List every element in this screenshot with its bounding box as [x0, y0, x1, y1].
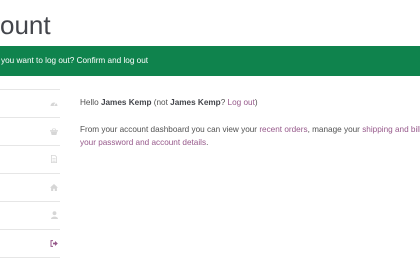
sign-out-icon	[50, 239, 58, 247]
dashboard-intro-line-2: your password and account details.	[80, 136, 420, 149]
greeting-line: Hello James Kemp (not James Kemp? Log ou…	[80, 96, 420, 109]
file-icon	[50, 155, 58, 163]
not-prefix-text: (not	[153, 98, 168, 107]
user-icon	[50, 211, 58, 219]
nav-item-logout[interactable]	[0, 230, 60, 258]
hello-text: Hello	[80, 98, 99, 107]
logout-confirm-notice: you want to log out? Confirm and log out	[0, 46, 420, 76]
not-user-name: James Kemp	[170, 98, 221, 107]
user-name: James Kemp	[100, 98, 152, 107]
addresses-link[interactable]: shipping and billing add	[362, 125, 420, 134]
home-icon	[50, 183, 58, 191]
nav-item-downloads[interactable]	[0, 146, 60, 174]
manage-text: , manage your	[307, 125, 360, 134]
nav-item-orders[interactable]	[0, 118, 60, 146]
nav-item-dashboard[interactable]	[0, 89, 60, 118]
account-details-link[interactable]: your password and account details	[80, 138, 206, 147]
nav-item-addresses[interactable]	[0, 174, 60, 202]
log-out-link[interactable]: Log out	[228, 98, 255, 107]
basket-icon	[50, 127, 58, 135]
recent-orders-link[interactable]: recent orders	[259, 125, 307, 134]
account-dashboard-content: Hello James Kemp (not James Kemp? Log ou…	[80, 96, 420, 149]
notice-text-wrap: you want to log out? Confirm and log out	[1, 46, 148, 76]
notice-message: you want to log out?	[1, 56, 75, 65]
dashboard-intro-line-1: From your account dashboard you can view…	[80, 123, 420, 136]
logout-close-paren: )	[254, 98, 258, 107]
period-text: .	[206, 138, 209, 147]
page-title: ount	[0, 10, 51, 40]
not-suffix-text: ?	[220, 98, 226, 107]
confirm-logout-link[interactable]: Confirm and log out	[77, 56, 148, 65]
dashboard-icon	[50, 99, 58, 107]
nav-item-account-details[interactable]	[0, 202, 60, 230]
account-navigation	[0, 89, 60, 258]
intro-text: From your account dashboard you can view…	[80, 125, 258, 134]
